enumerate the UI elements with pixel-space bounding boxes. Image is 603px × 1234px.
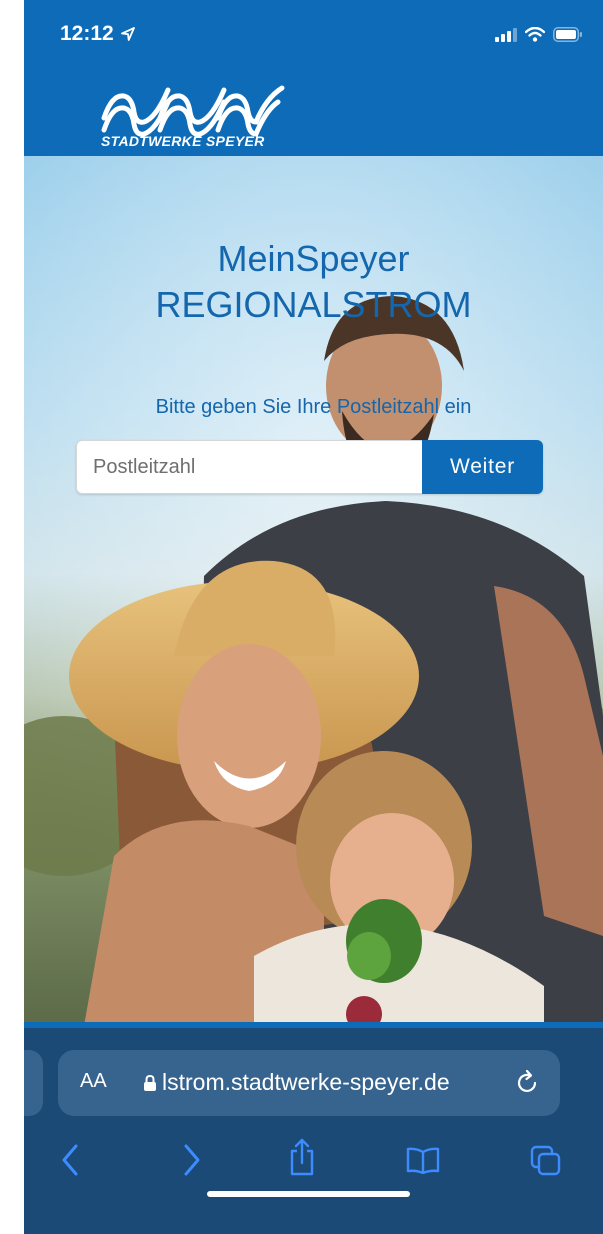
text-size-button[interactable]: AA: [80, 1070, 107, 1093]
postcode-input[interactable]: [76, 440, 422, 494]
weiter-button[interactable]: Weiter: [422, 440, 543, 494]
browser-nav-row: [24, 1138, 603, 1183]
bookmarks-icon[interactable]: [406, 1146, 440, 1174]
tabs-icon[interactable]: [530, 1145, 562, 1177]
browser-toolbar: AA lstrom.stadtwerke-speyer.de: [24, 1028, 603, 1234]
status-time-text: 12:12: [60, 22, 114, 45]
phone-screen: 12:12 STADTWERKE SPEYER MeinSpeyer REGIO…: [24, 0, 603, 1234]
home-indicator: [207, 1191, 410, 1197]
status-time: 12:12: [60, 22, 136, 46]
site-header: 12:12 STADTWERKE SPEYER: [24, 0, 603, 156]
hero-title-line1: MeinSpeyer: [217, 238, 410, 279]
wifi-icon: [525, 27, 545, 42]
battery-icon: [553, 27, 582, 42]
url-text: lstrom.stadtwerke-speyer.de: [162, 1069, 450, 1095]
logo-caption: STADTWERKE SPEYER: [101, 133, 265, 149]
signal-icon: [495, 27, 517, 42]
hero-title-line2: REGIONALSTROM: [155, 284, 472, 325]
status-icons: [495, 27, 583, 42]
hero-section: MeinSpeyer REGIONALSTROM Bitte geben Sie…: [24, 156, 603, 1026]
reload-icon[interactable]: [516, 1069, 540, 1095]
forward-icon[interactable]: [182, 1143, 202, 1177]
postcode-prompt: Bitte geben Sie Ihre Postleitzahl ein: [155, 396, 472, 418]
address-bar[interactable]: AA lstrom.stadtwerke-speyer.de: [58, 1050, 560, 1116]
postcode-form: Weiter: [76, 440, 543, 494]
previous-tab-pill[interactable]: [24, 1050, 43, 1116]
lock-icon: [144, 1074, 156, 1091]
location-arrow-icon: [120, 27, 135, 41]
share-icon[interactable]: [288, 1137, 316, 1177]
back-icon[interactable]: [60, 1143, 80, 1177]
